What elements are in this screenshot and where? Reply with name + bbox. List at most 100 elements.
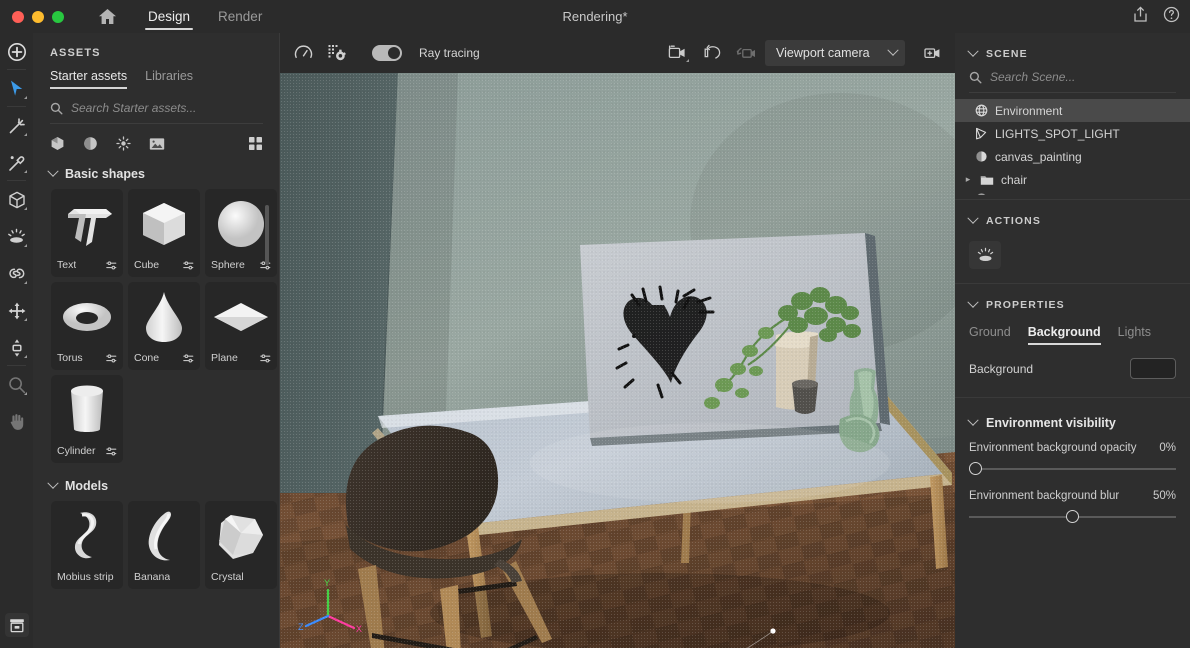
asset-label-plane: Plane bbox=[211, 352, 238, 364]
environment-visibility-title: Environment visibility bbox=[986, 416, 1116, 430]
env-blur-label: Environment background blur bbox=[969, 490, 1120, 502]
tab-design[interactable]: Design bbox=[134, 0, 204, 33]
asset-cell-text[interactable]: Text bbox=[51, 189, 123, 277]
camera-pan-tool[interactable] bbox=[733, 40, 759, 66]
right-panel: SCENE Search Scene... Environment LIGHTS… bbox=[955, 33, 1190, 648]
scene-search-input[interactable]: Search Scene... bbox=[990, 70, 1075, 84]
assets-scrollbar[interactable] bbox=[265, 205, 269, 265]
mode-tabs: Design Render bbox=[134, 0, 276, 33]
env-opacity-label: Environment background opacity bbox=[969, 442, 1137, 454]
tool-flyout-indicator bbox=[24, 281, 27, 284]
tab-lights[interactable]: Lights bbox=[1118, 325, 1151, 348]
actions-section-header[interactable]: ACTIONS bbox=[955, 200, 1190, 237]
model-tool[interactable] bbox=[0, 181, 33, 218]
camera-orbit-tool[interactable] bbox=[699, 40, 725, 66]
zoom-tool[interactable] bbox=[0, 366, 33, 403]
env-blur-slider[interactable] bbox=[969, 510, 1176, 524]
add-object-tool[interactable] bbox=[0, 33, 33, 70]
banana-thumbnail bbox=[128, 505, 200, 567]
asset-cell-cylinder[interactable]: Cylinder bbox=[51, 375, 123, 463]
assets-filter-row bbox=[50, 136, 263, 151]
asset-cell-crystal[interactable]: Crystal bbox=[205, 501, 277, 589]
scene-tree: Environment LIGHTS_SPOT_LIGHT canvas_pai… bbox=[955, 99, 1190, 195]
env-blur-value: 50% bbox=[1152, 490, 1176, 502]
minimize-window-button[interactable] bbox=[32, 10, 44, 23]
sphere-filter-icon bbox=[84, 137, 97, 150]
slider-thumb[interactable] bbox=[969, 462, 982, 475]
asset-label-cylinder: Cylinder bbox=[57, 445, 96, 457]
chevron-down-icon bbox=[47, 477, 59, 489]
scene-item-environment[interactable]: Environment bbox=[955, 99, 1190, 122]
cursor-arrow-icon bbox=[10, 80, 22, 96]
tab-ground[interactable]: Ground bbox=[969, 325, 1011, 348]
camera-select-value: Viewport camera bbox=[776, 46, 870, 60]
asset-cell-mobius-strip[interactable]: Mobius strip bbox=[51, 501, 123, 589]
tab-starter-assets[interactable]: Starter assets bbox=[50, 69, 128, 91]
tab-render[interactable]: Render bbox=[204, 0, 276, 33]
maximize-window-button[interactable] bbox=[52, 10, 64, 23]
window-controls bbox=[12, 10, 64, 23]
asset-cell-banana[interactable]: Banana bbox=[128, 501, 200, 589]
tab-libraries[interactable]: Libraries bbox=[145, 69, 193, 91]
asset-caption: Cube bbox=[134, 259, 194, 271]
scale-tool[interactable] bbox=[0, 329, 33, 366]
camera-select[interactable]: Viewport camera bbox=[765, 40, 905, 66]
torus-thumbnail bbox=[51, 286, 123, 348]
env-opacity-slider[interactable] bbox=[969, 462, 1176, 476]
home-icon[interactable] bbox=[94, 4, 120, 30]
tool-flyout-indicator bbox=[24, 355, 27, 358]
asset-cell-cube[interactable]: Cube bbox=[128, 189, 200, 277]
asset-properties-icon bbox=[183, 260, 194, 269]
model-sphere-icon bbox=[976, 151, 987, 162]
chevron-right-icon[interactable]: ▸ bbox=[963, 174, 973, 185]
asset-cell-torus[interactable]: Torus bbox=[51, 282, 123, 370]
help-icon[interactable] bbox=[1163, 6, 1180, 28]
slider-thumb[interactable] bbox=[1066, 510, 1079, 523]
tab-design-label: Design bbox=[148, 9, 191, 24]
asset-cell-plane[interactable]: Plane bbox=[205, 282, 277, 370]
background-color-swatch[interactable] bbox=[1130, 358, 1176, 379]
scene-item-spot-light[interactable]: LIGHTS_SPOT_LIGHT bbox=[955, 122, 1190, 145]
title-bar-actions bbox=[1132, 5, 1180, 28]
select-tool[interactable] bbox=[0, 70, 33, 107]
move-tool[interactable] bbox=[0, 292, 33, 329]
assets-panel-header: ASSETS bbox=[50, 47, 101, 59]
ray-tracing-toggle[interactable] bbox=[372, 45, 402, 61]
render-viewport[interactable]: Y X Z bbox=[280, 73, 955, 648]
add-camera-button[interactable] bbox=[920, 40, 946, 66]
background-property-label: Background bbox=[969, 361, 1034, 376]
environment-visibility-header[interactable]: Environment visibility bbox=[955, 398, 1190, 436]
render-preview-quality-button[interactable] bbox=[290, 40, 316, 66]
viewport-toolbar: Ray tracing Viewport camera bbox=[280, 33, 955, 73]
magic-wand-tool[interactable] bbox=[0, 107, 33, 144]
asset-cell-cone[interactable]: Cone bbox=[128, 282, 200, 370]
basic-shapes-grid: Text Cube Sphere Torus Cone Plane Cylind… bbox=[33, 189, 280, 463]
scene-item-label: Environment bbox=[995, 103, 1063, 118]
tab-background[interactable]: Background bbox=[1027, 325, 1101, 348]
models-grid: Mobius strip Banana Crystal bbox=[33, 501, 280, 589]
group-header-basic-shapes[interactable]: Basic shapes bbox=[33, 151, 280, 189]
assets-search-input[interactable]: Search Starter assets... bbox=[71, 101, 196, 115]
cube-thumbnail bbox=[128, 193, 200, 255]
group-header-models[interactable]: Models bbox=[33, 463, 280, 501]
material-tool[interactable] bbox=[0, 255, 33, 292]
actions-header-label: ACTIONS bbox=[986, 215, 1041, 227]
asset-caption: Torus bbox=[57, 352, 117, 364]
pan-tool[interactable] bbox=[0, 403, 33, 440]
light-tool[interactable] bbox=[0, 218, 33, 255]
scene-section-header[interactable]: SCENE bbox=[955, 33, 1190, 70]
close-window-button[interactable] bbox=[12, 10, 24, 23]
scene-search-row[interactable]: Search Scene... bbox=[969, 70, 1176, 93]
match-image-action-button[interactable] bbox=[969, 241, 1001, 269]
scene-item-canvas-painting[interactable]: canvas_painting bbox=[955, 145, 1190, 168]
properties-section-header[interactable]: PROPERTIES bbox=[955, 284, 1190, 321]
camera-frame-tool[interactable] bbox=[665, 40, 691, 66]
sampler-tool[interactable] bbox=[0, 144, 33, 181]
asset-caption: Mobius strip bbox=[57, 571, 117, 583]
share-icon[interactable] bbox=[1132, 5, 1149, 28]
render-settings-button[interactable] bbox=[324, 40, 350, 66]
tool-flyout-indicator bbox=[24, 392, 27, 395]
ray-tracing-label: Ray tracing bbox=[419, 46, 480, 60]
assets-search-row[interactable]: Search Starter assets... bbox=[50, 101, 263, 124]
content-library-button[interactable] bbox=[0, 602, 33, 648]
